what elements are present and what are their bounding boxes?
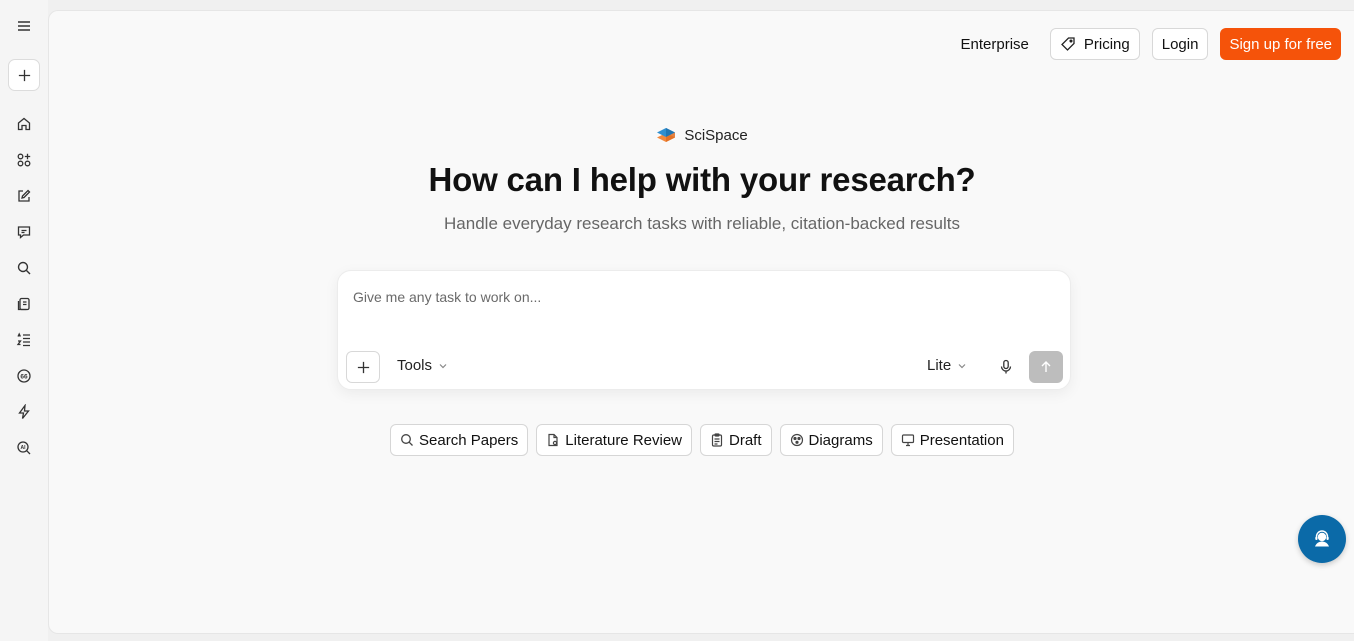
main-panel: Enterprise Pricing Login Sign up for fre… (48, 10, 1354, 634)
chevron-down-icon (958, 363, 966, 368)
support-chat-button[interactable] (1298, 515, 1346, 563)
support-agent-icon (1315, 530, 1329, 547)
brand: SciSpace (49, 124, 1354, 146)
edit-icon[interactable] (12, 184, 36, 208)
chip-search-papers[interactable]: Search Papers (390, 424, 529, 456)
page-subtitle: Handle everyday research tasks with reli… (444, 214, 960, 233)
lightning-icon[interactable] (12, 400, 36, 424)
login-button[interactable]: Login (1151, 28, 1209, 60)
svg-text:66: 66 (20, 374, 28, 381)
plus-icon (18, 69, 30, 81)
ai-detector-icon[interactable]: AI (12, 436, 36, 460)
monitor-icon (901, 434, 914, 447)
page-title: How can I help with your research? (428, 161, 976, 198)
sidebar: 66 AI (0, 0, 48, 641)
apps-icon[interactable] (12, 148, 36, 172)
citation-icon[interactable]: 66 (12, 364, 36, 388)
chevron-down-icon (439, 363, 447, 368)
task-input[interactable] (351, 285, 1051, 309)
tools-label: Tools (397, 357, 433, 374)
chip-draft[interactable]: Draft (700, 424, 772, 456)
chip-diagrams[interactable]: Diagrams (779, 424, 883, 456)
svg-text:AI: AI (21, 445, 27, 451)
model-dropdown[interactable]: Lite (927, 357, 967, 374)
chip-literature-review[interactable]: Literature Review (536, 424, 692, 456)
clipboard-icon (711, 433, 723, 447)
chip-label: Draft (729, 431, 762, 449)
model-label: Lite (927, 357, 952, 374)
top-nav: Enterprise Pricing Login Sign up for fre… (961, 28, 1341, 60)
scispace-logo-icon (657, 128, 676, 142)
chip-label: Literature Review (565, 431, 682, 449)
microphone-icon (1000, 359, 1012, 374)
chat-icon[interactable] (12, 220, 36, 244)
microphone-button[interactable] (996, 357, 1016, 377)
chip-label: Search Papers (419, 431, 519, 449)
attach-button[interactable] (346, 351, 380, 383)
search-icon[interactable] (12, 256, 36, 280)
menu-icon[interactable] (12, 14, 36, 38)
chip-presentation[interactable]: Presentation (890, 424, 1014, 456)
document-icon (548, 433, 558, 447)
tag-icon (1060, 37, 1075, 51)
new-chat-button[interactable] (8, 59, 40, 91)
pricing-button[interactable]: Pricing (1049, 28, 1140, 60)
prompt-box: Tools Lite (337, 270, 1071, 390)
chip-label: Diagrams (808, 431, 873, 449)
home-icon[interactable] (12, 112, 36, 136)
plus-icon (357, 361, 369, 373)
quick-actions: Search Papers Literature Review Draft Di… (49, 424, 1354, 456)
login-label: Login (1161, 35, 1199, 53)
pricing-label: Pricing (1083, 35, 1130, 53)
tools-dropdown[interactable]: Tools (397, 357, 448, 374)
enterprise-link[interactable]: Enterprise (961, 36, 1038, 53)
chip-label: Presentation (919, 431, 1004, 449)
diagram-icon (790, 433, 803, 447)
send-button[interactable] (1029, 351, 1063, 383)
arrow-up-icon (1041, 361, 1051, 372)
brand-name: SciSpace (684, 126, 748, 144)
search-icon (401, 434, 414, 446)
signup-button[interactable]: Sign up for free (1220, 28, 1341, 60)
list-icon[interactable] (12, 328, 36, 352)
library-icon[interactable] (12, 292, 36, 316)
